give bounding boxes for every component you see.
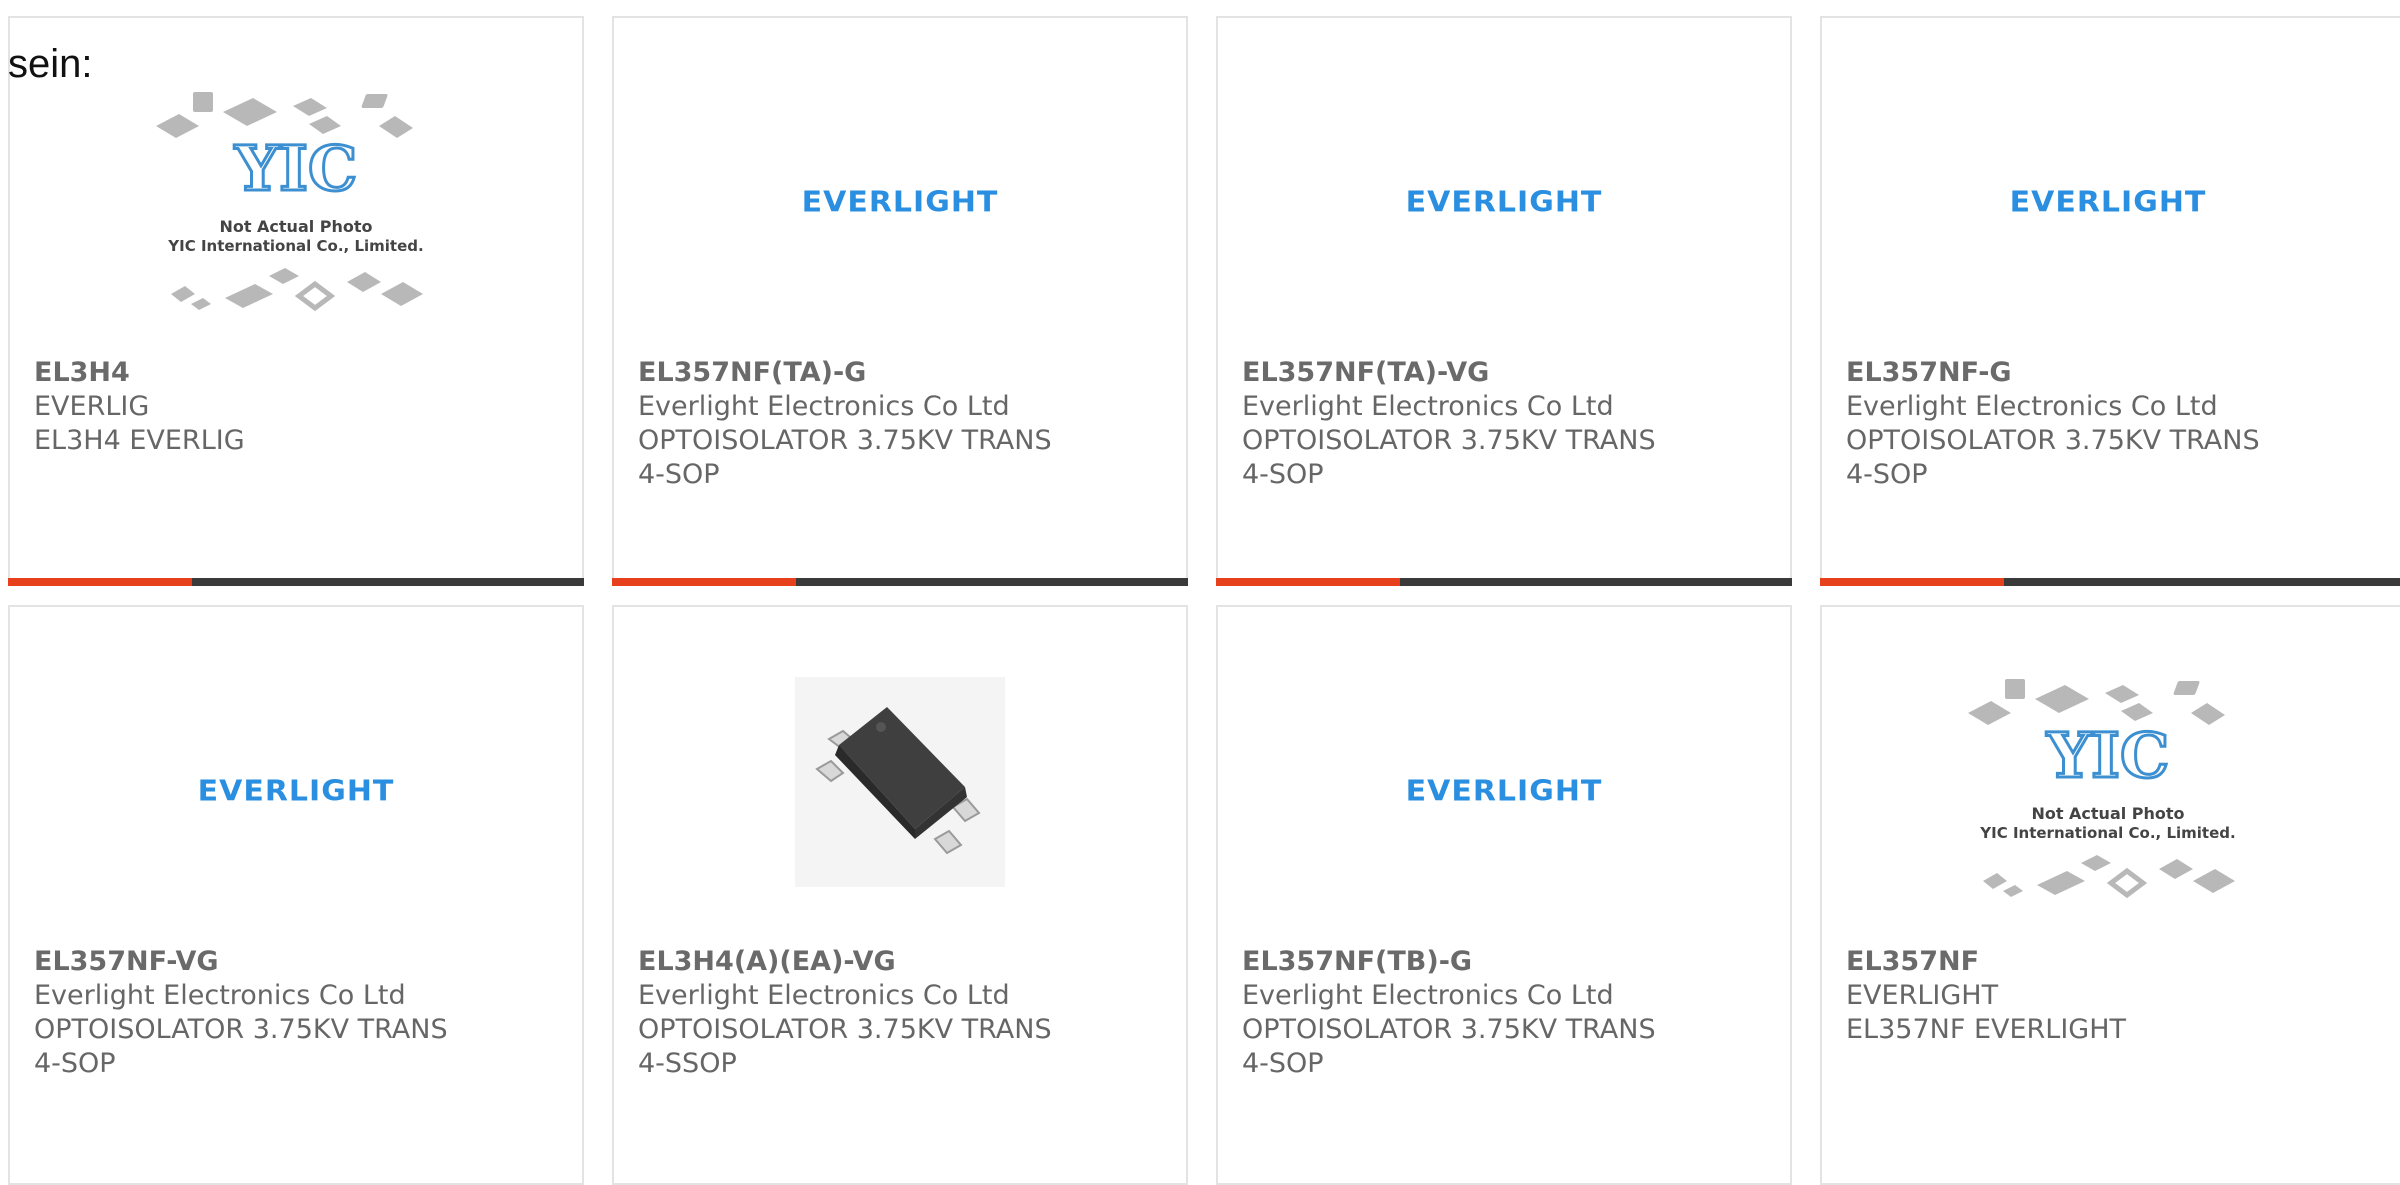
product-info: EL357NF-VG Everlight Electronics Co Ltd … bbox=[34, 945, 572, 1081]
card-accent-bar bbox=[8, 578, 584, 586]
card-accent-bar bbox=[612, 578, 1188, 586]
product-image: EVERLIGHT bbox=[1218, 102, 1790, 302]
everlight-logo: EVERLIGHT bbox=[2009, 185, 2207, 219]
yic-brand-text: YIC bbox=[2046, 719, 2170, 792]
manufacturer: Everlight Electronics Co Ltd bbox=[34, 980, 406, 1011]
part-number[interactable]: EL357NF-VG bbox=[34, 945, 572, 979]
product-info: EL357NF-G Everlight Electronics Co Ltd O… bbox=[1846, 356, 2392, 492]
everlight-logo: EVERLIGHT bbox=[801, 185, 999, 219]
package: 4-SSOP bbox=[638, 1048, 737, 1079]
product-card[interactable]: EVERLIGHT EL357NF(TA)-G Everlight Electr… bbox=[612, 16, 1188, 586]
manufacturer: Everlight Electronics Co Ltd bbox=[1846, 391, 2218, 422]
product-image: EVERLIGHT bbox=[614, 102, 1186, 302]
package: 4-SOP bbox=[34, 1048, 116, 1079]
yic-brand-text: YIC bbox=[234, 132, 358, 205]
product-image: YIC Not Actual Photo YIC International C… bbox=[1822, 679, 2394, 899]
description: EL357NF EVERLIGHT bbox=[1846, 1014, 2127, 1045]
manufacturer: Everlight Electronics Co Ltd bbox=[1242, 391, 1614, 422]
product-card[interactable]: EVERLIGHT EL357NF-G Everlight Electronic… bbox=[1820, 16, 2400, 586]
part-number[interactable]: EL357NF(TB)-G bbox=[1242, 945, 1780, 979]
description: OPTOISOLATOR 3.75KV TRANS bbox=[638, 1014, 1052, 1045]
optocoupler-chip-photo bbox=[795, 677, 1005, 887]
part-number[interactable]: EL357NF(TA)-VG bbox=[1242, 356, 1780, 390]
part-number[interactable]: EL357NF-G bbox=[1846, 356, 2392, 390]
manufacturer: EVERLIGHT bbox=[1846, 980, 1999, 1011]
product-card[interactable]: EL3H4(A)(EA)-VG Everlight Electronics Co… bbox=[612, 605, 1188, 1185]
product-info: EL3H4 EVERLIG EL3H4 EVERLIG bbox=[34, 356, 572, 458]
package: 4-SOP bbox=[1242, 459, 1324, 490]
part-number[interactable]: EL3H4 bbox=[34, 356, 572, 390]
description: OPTOISOLATOR 3.75KV TRANS bbox=[1846, 425, 2260, 456]
everlight-logo: EVERLIGHT bbox=[1405, 185, 1603, 219]
card-accent-bar bbox=[1216, 578, 1792, 586]
yic-caption-line2: YIC International Co., Limited. bbox=[1979, 824, 2235, 842]
manufacturer: Everlight Electronics Co Ltd bbox=[1242, 980, 1614, 1011]
product-info: EL357NF(TB)-G Everlight Electronics Co L… bbox=[1242, 945, 1780, 1081]
yic-placeholder-image: YIC Not Actual Photo YIC International C… bbox=[1968, 679, 2236, 899]
description: OPTOISOLATOR 3.75KV TRANS bbox=[34, 1014, 448, 1045]
product-grid: YIC Not Actual Photo YIC International C… bbox=[0, 0, 2400, 1185]
everlight-logo: EVERLIGHT bbox=[1405, 774, 1603, 808]
yic-placeholder-image: YIC Not Actual Photo YIC International C… bbox=[156, 92, 424, 312]
product-info: EL3H4(A)(EA)-VG Everlight Electronics Co… bbox=[638, 945, 1176, 1081]
product-image bbox=[614, 677, 1186, 887]
package: 4-SOP bbox=[638, 459, 720, 490]
description: OPTOISOLATOR 3.75KV TRANS bbox=[1242, 425, 1656, 456]
card-accent-bar bbox=[1820, 578, 2400, 586]
manufacturer: Everlight Electronics Co Ltd bbox=[638, 980, 1010, 1011]
product-card[interactable]: EVERLIGHT EL357NF-VG Everlight Electroni… bbox=[8, 605, 584, 1185]
product-image: YIC Not Actual Photo YIC International C… bbox=[10, 92, 582, 312]
product-info: EL357NF(TA)-VG Everlight Electronics Co … bbox=[1242, 356, 1780, 492]
product-card[interactable]: YIC Not Actual Photo YIC International C… bbox=[8, 16, 584, 586]
intro-text: sein: bbox=[8, 42, 93, 86]
manufacturer: Everlight Electronics Co Ltd bbox=[638, 391, 1010, 422]
product-image: EVERLIGHT bbox=[10, 691, 582, 891]
yic-caption-line1: Not Actual Photo bbox=[219, 217, 372, 236]
part-number[interactable]: EL357NF bbox=[1846, 945, 2392, 979]
product-image: EVERLIGHT bbox=[1822, 102, 2394, 302]
description: OPTOISOLATOR 3.75KV TRANS bbox=[1242, 1014, 1656, 1045]
description: EL3H4 EVERLIG bbox=[34, 425, 245, 456]
product-info: EL357NF EVERLIGHT EL357NF EVERLIGHT bbox=[1846, 945, 2392, 1047]
description: OPTOISOLATOR 3.75KV TRANS bbox=[638, 425, 1052, 456]
manufacturer: EVERLIG bbox=[34, 391, 150, 422]
product-card[interactable]: EVERLIGHT EL357NF(TB)-G Everlight Electr… bbox=[1216, 605, 1792, 1185]
part-number[interactable]: EL357NF(TA)-G bbox=[638, 356, 1176, 390]
product-info: EL357NF(TA)-G Everlight Electronics Co L… bbox=[638, 356, 1176, 492]
yic-caption-line2: YIC International Co., Limited. bbox=[167, 237, 423, 255]
package: 4-SOP bbox=[1242, 1048, 1324, 1079]
product-card[interactable]: YIC Not Actual Photo YIC International C… bbox=[1820, 605, 2400, 1185]
everlight-logo: EVERLIGHT bbox=[197, 774, 395, 808]
package: 4-SOP bbox=[1846, 459, 1928, 490]
product-image: EVERLIGHT bbox=[1218, 691, 1790, 891]
yic-caption-line1: Not Actual Photo bbox=[2031, 804, 2184, 823]
product-card[interactable]: EVERLIGHT EL357NF(TA)-VG Everlight Elect… bbox=[1216, 16, 1792, 586]
part-number[interactable]: EL3H4(A)(EA)-VG bbox=[638, 945, 1176, 979]
